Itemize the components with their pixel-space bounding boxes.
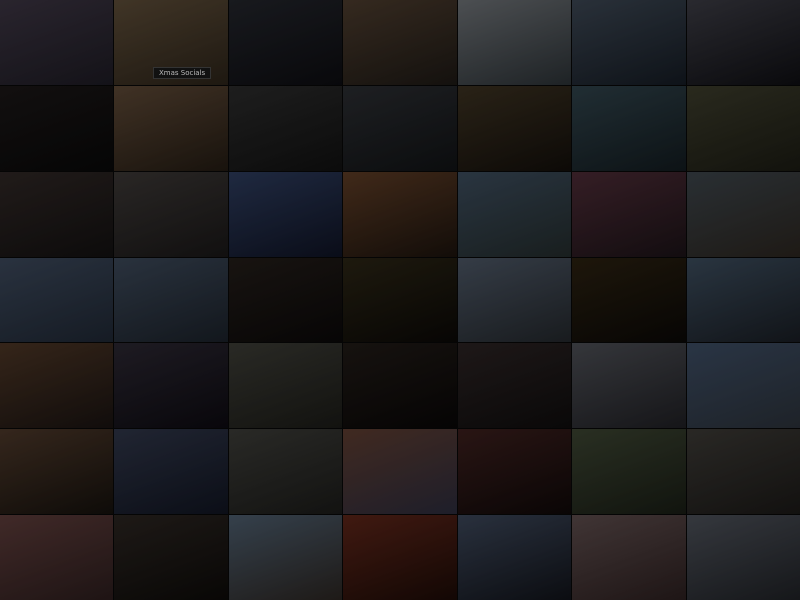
tile-shade <box>457 171 572 257</box>
tile-shade <box>457 257 572 343</box>
tile-shade <box>686 343 800 429</box>
photo-tile-rooftop-statue <box>686 429 800 515</box>
tile-shade <box>457 515 572 600</box>
tile-shade <box>572 257 686 343</box>
photo-tile-sunset-dusk-horizon <box>0 429 114 515</box>
photo-tile-man-on-mountain <box>686 515 800 600</box>
photo-tile-man-at-beach <box>457 257 572 343</box>
photo-tile-group-of-men <box>0 171 114 257</box>
photo-tile-snowy-night-person <box>343 85 457 171</box>
photo-tile-big-ben <box>114 429 228 515</box>
tile-shade <box>572 171 686 257</box>
photo-tile-disney-castle-night <box>228 171 343 257</box>
tile-shade <box>228 343 343 429</box>
tile-shade <box>457 0 572 85</box>
tile-shade <box>457 343 572 429</box>
photo-tile-couple-swimming-dolphin <box>572 85 686 171</box>
tile-shade <box>228 0 343 85</box>
photo-tile-church-window-night <box>114 515 228 600</box>
tile-shade <box>686 0 800 85</box>
photo-tile-friends-selfie-close <box>0 515 114 600</box>
photo-tile-clouds-from-plane <box>114 257 228 343</box>
tile-shade <box>686 515 800 600</box>
photo-tile-couple-at-bar <box>114 343 228 429</box>
tile-shade <box>228 429 343 515</box>
tile-shade <box>572 85 686 171</box>
photo-tile-skydiving <box>228 515 343 600</box>
photo-tile-two-men-suits <box>228 0 343 85</box>
tile-shade <box>114 429 228 515</box>
tile-shade <box>686 171 800 257</box>
tile-shade <box>228 257 343 343</box>
photo-tile-couple-at-sunset-harbour <box>343 0 457 85</box>
tile-shade <box>343 171 457 257</box>
tile-shade <box>572 343 686 429</box>
tile-shade <box>457 85 572 171</box>
photo-tile-couple-dark-portrait <box>457 343 572 429</box>
tile-shade <box>114 171 228 257</box>
tile-shade <box>457 429 572 515</box>
tile-shade <box>343 429 457 515</box>
photo-tile-conference-room <box>228 429 343 515</box>
tile-shade <box>0 85 114 171</box>
photo-tile-eiffel-tower-lit <box>343 257 457 343</box>
tile-shade <box>686 257 800 343</box>
tile-shade <box>686 429 800 515</box>
tile-shade <box>0 343 114 429</box>
tile-shade <box>228 171 343 257</box>
photo-tile-man-holding-rose <box>572 171 686 257</box>
photo-tile-tropical-garden <box>572 429 686 515</box>
photo-tile-couple-on-cliff-coast <box>343 429 457 515</box>
photo-mosaic: Xmas Socials <box>0 0 800 600</box>
photo-tile-friends-selfie <box>0 0 114 85</box>
tile-shade <box>572 0 686 85</box>
photo-tile-projected-slides <box>686 257 800 343</box>
tile-shade <box>686 85 800 171</box>
photo-tile-red-lanterns-restaurant <box>343 515 457 600</box>
tile-shade <box>343 257 457 343</box>
photo-tile-couple-hugging-dark <box>0 85 114 171</box>
photo-tile-lion-in-grass <box>686 85 800 171</box>
photo-tile-two-men-holiday-party: Xmas Socials <box>114 0 228 85</box>
photo-tile-couple-smiling-portrait <box>114 85 228 171</box>
photo-tile-venice-canal <box>457 0 572 85</box>
tile-shade <box>343 0 457 85</box>
photo-tile-dark-street-night <box>228 257 343 343</box>
photo-tile-westminster-palace <box>457 515 572 600</box>
photo-tile-christmas-party-group <box>457 429 572 515</box>
photo-tile-london-eye <box>572 0 686 85</box>
photo-tile-sunset-over-water <box>0 343 114 429</box>
tile-shade <box>228 85 343 171</box>
photo-tile-boats-in-harbour <box>686 343 800 429</box>
tile-shade <box>228 515 343 600</box>
tile-shade <box>0 171 114 257</box>
tile-shade <box>114 343 228 429</box>
tile-shade <box>0 257 114 343</box>
tile-shade <box>343 85 457 171</box>
tile-shade <box>0 515 114 600</box>
photo-tile-city-lights-night <box>343 343 457 429</box>
photo-tile-golden-gate-bridge <box>0 257 114 343</box>
tile-shade <box>114 515 228 600</box>
photo-tile-jars-on-shelf <box>228 85 343 171</box>
tile-shade <box>0 429 114 515</box>
photo-tile-rocky-coast-clouds <box>686 171 800 257</box>
photo-tile-festival-crowd <box>228 343 343 429</box>
tile-shade <box>114 257 228 343</box>
photo-tile-office-presentation <box>114 171 228 257</box>
tile-shade <box>0 0 114 85</box>
tile-shade <box>343 343 457 429</box>
photo-tile-person-in-red-shirt <box>572 515 686 600</box>
photo-tile-coastal-town <box>457 171 572 257</box>
photo-tile-couple-paris-eiffel <box>572 343 686 429</box>
tile-caption: Xmas Socials <box>152 66 212 79</box>
tile-shade <box>114 85 228 171</box>
tile-shade <box>572 429 686 515</box>
photo-tile-lit-columns-night <box>572 257 686 343</box>
tile-shade <box>343 515 457 600</box>
photo-tile-palace-at-night <box>686 0 800 85</box>
tile-shade <box>572 515 686 600</box>
photo-tile-sunset-over-sea <box>343 171 457 257</box>
photo-tile-carousel-at-night <box>457 85 572 171</box>
